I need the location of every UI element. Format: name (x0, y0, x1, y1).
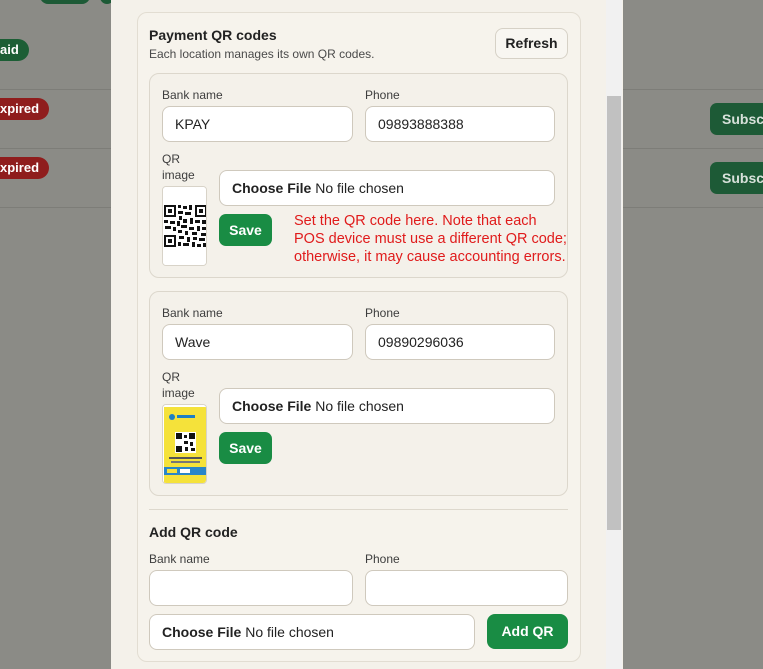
choose-file-button[interactable]: Choose File (232, 180, 311, 196)
file-status: No file chosen (315, 180, 404, 196)
phone-input[interactable]: 09893888388 (365, 106, 555, 142)
save-button[interactable]: Save (219, 432, 272, 464)
phone-input[interactable]: 09890296036 (365, 324, 555, 360)
background-top-button (40, 0, 90, 4)
qr-image-label: QR image (162, 370, 195, 400)
save-button[interactable]: Save (219, 214, 272, 246)
new-qr-file-input[interactable]: Choose File No file chosen (149, 614, 475, 650)
bank-name-input[interactable]: Wave (162, 324, 353, 360)
subscribe-button: Subscr (710, 162, 763, 194)
new-bank-name-input[interactable] (149, 570, 353, 606)
scrollbar-thumb[interactable] (607, 96, 621, 530)
wave-qr-poster-icon (163, 405, 206, 483)
status-badge: xpired (0, 98, 50, 120)
qr-image-thumbnail (162, 404, 207, 484)
choose-file-button[interactable]: Choose File (162, 624, 241, 640)
new-phone-input[interactable] (365, 570, 568, 606)
phone-label: Phone (365, 306, 400, 320)
qr-image-thumbnail (162, 186, 207, 266)
bank-name-input[interactable]: KPAY (162, 106, 353, 142)
status-badge: aid (0, 39, 29, 61)
qr-file-input[interactable]: Choose File No file chosen (219, 170, 555, 206)
add-qr-button[interactable]: Add QR (487, 614, 568, 649)
section-title: Payment QR codes (149, 27, 277, 43)
section-subtitle: Each location manages its own QR codes. (149, 47, 375, 61)
bank-name-label: Bank name (162, 88, 223, 102)
add-qr-title: Add QR code (149, 524, 238, 540)
annotation-note: Set the QR code here. Note that each POS… (294, 213, 567, 265)
status-badge: xpired (0, 157, 50, 179)
subscribe-button: Subscr (710, 103, 763, 135)
bank-name-label: Bank name (162, 306, 223, 320)
qr-image-label: QR image (162, 152, 195, 182)
bank-name-label: Bank name (149, 552, 210, 566)
divider (149, 509, 568, 510)
refresh-button[interactable]: Refresh (495, 28, 568, 59)
phone-label: Phone (365, 552, 400, 566)
phone-label: Phone (365, 88, 400, 102)
file-status: No file chosen (315, 398, 404, 414)
qr-file-input[interactable]: Choose File No file chosen (219, 388, 555, 424)
qr-code-icon (163, 187, 206, 265)
file-status: No file chosen (245, 624, 334, 640)
choose-file-button[interactable]: Choose File (232, 398, 311, 414)
